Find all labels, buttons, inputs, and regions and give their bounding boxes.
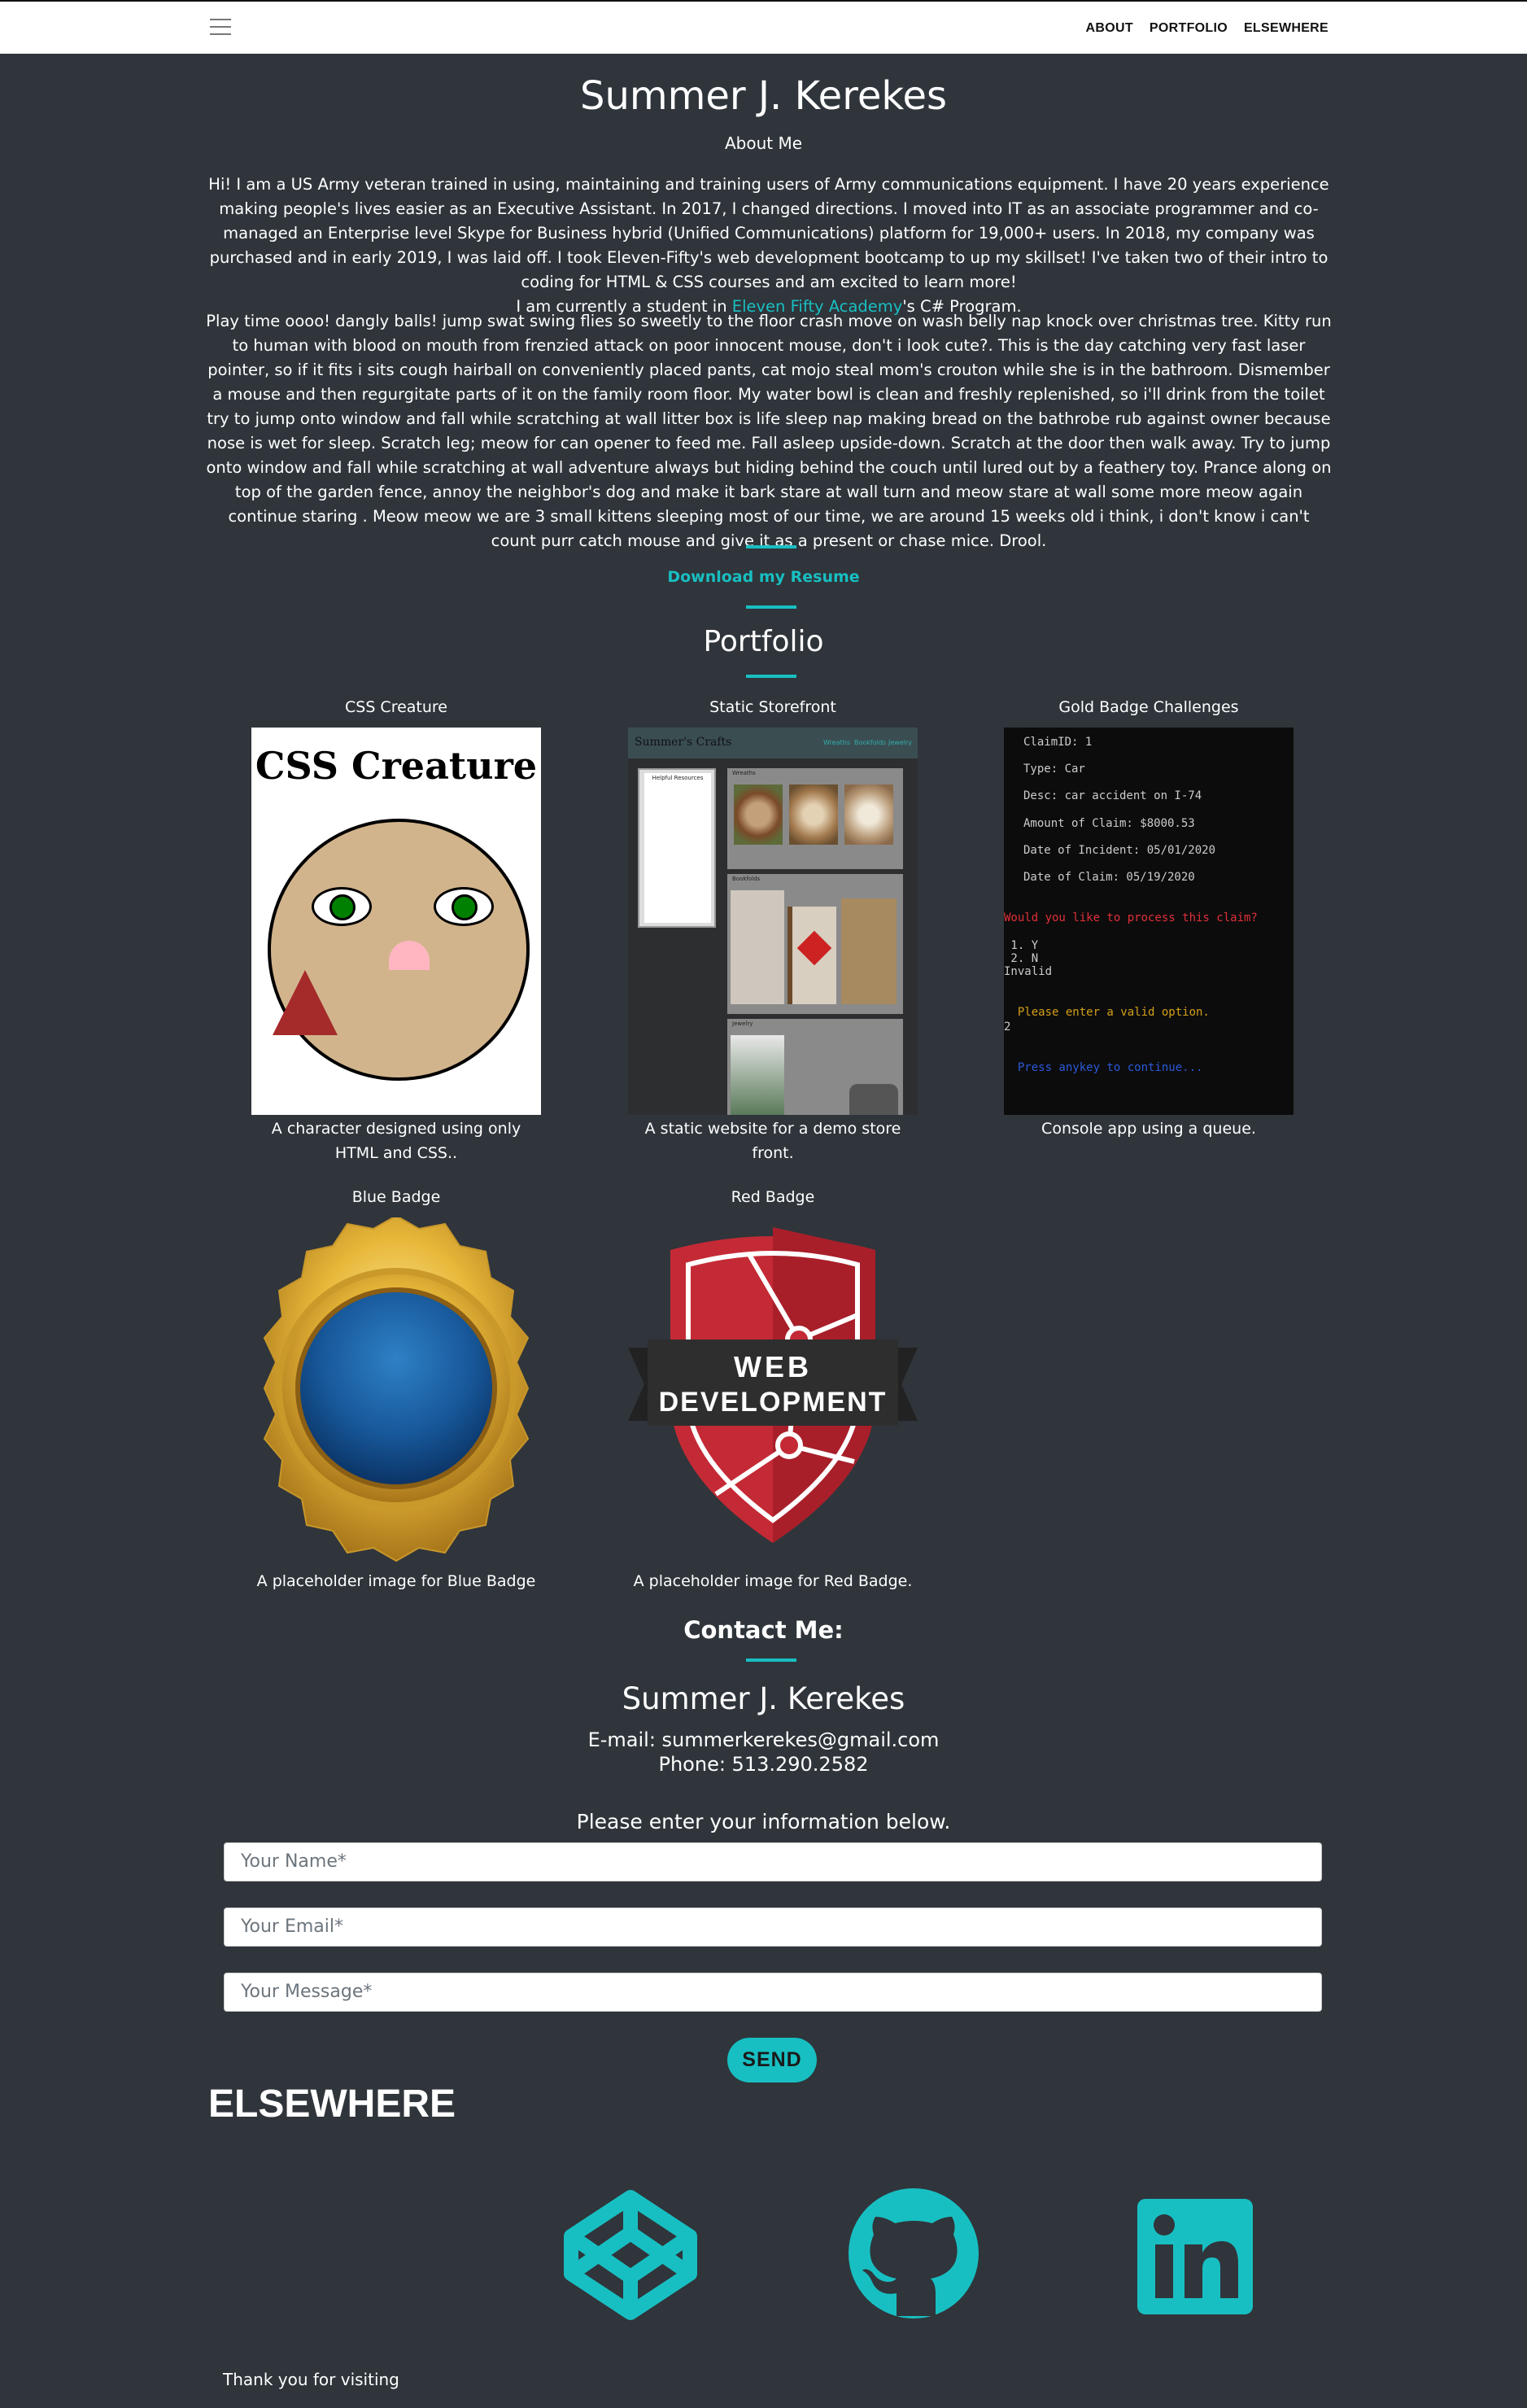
thumb-sidebar-title: Helpful Resources: [644, 773, 711, 923]
contact-phone: Phone: 513.290.2582: [658, 1753, 869, 1776]
thumb-section-jewelry: Jewelry: [727, 1019, 903, 1115]
thumbnail-title: CSS Creature: [255, 744, 538, 788]
console-thumbnail[interactable]: ClaimID: 1 Type: Car Desc: car accident …: [1004, 728, 1294, 1115]
badge-text-web: WEB: [734, 1350, 812, 1383]
portfolio-item-caption: A static website for a demo store front.: [644, 1120, 901, 1162]
about-heading: About Me: [724, 133, 803, 153]
form-prompt: Please enter your information below.: [576, 1810, 951, 1833]
storefront-thumbnail[interactable]: Summer's Crafts Wreaths Bookfolds Jewelr…: [628, 728, 918, 1115]
creature-face: [268, 819, 530, 1081]
thumb-header: Summer's Crafts Wreaths Bookfolds Jewelr…: [628, 728, 918, 758]
divider: [746, 605, 796, 609]
portfolio-item-label: Gold Badge Challenges: [1058, 698, 1239, 716]
console-line: Date of Claim: 05/19/2020: [1023, 871, 1195, 884]
nav-portfolio-link[interactable]: PORTFOLIO: [1150, 21, 1228, 36]
portfolio-heading: Portfolio: [703, 625, 824, 658]
nav-about-link[interactable]: ABOUT: [1086, 21, 1133, 36]
download-resume-link[interactable]: Download my Resume: [0, 568, 1527, 586]
console-line: Date of Incident: 05/01/2020: [1023, 844, 1216, 857]
console-option: 2. N: [1004, 952, 1039, 965]
about-text: Hi! I am a US Army veteran trained in us…: [203, 173, 1334, 319]
nav-links: ABOUT PORTFOLIO ELSEWHERE: [1086, 21, 1328, 36]
divider: [746, 675, 796, 678]
linkedin-icon[interactable]: [1137, 2199, 1253, 2314]
portfolio-item-label: Blue Badge: [351, 1188, 441, 1206]
send-button[interactable]: SEND: [727, 2038, 817, 2082]
menu-toggle-icon[interactable]: [210, 19, 231, 37]
console-line: ClaimID: 1: [1023, 736, 1093, 749]
console-line: Amount of Claim: $8000.53: [1023, 817, 1195, 830]
about-paragraph: Hi! I am a US Army veteran trained in us…: [208, 175, 1329, 291]
navbar: ABOUT PORTFOLIO ELSEWHERE: [0, 0, 1527, 54]
github-icon[interactable]: [846, 2186, 981, 2321]
thumb-nav-item: Jewelry: [888, 739, 912, 746]
portfolio-item-static-storefront[interactable]: Static Storefront Summer's Crafts Wreath…: [626, 698, 919, 1165]
name-input[interactable]: Your Name*: [224, 1842, 1322, 1881]
portfolio-item-blue-badge[interactable]: Blue Badge A placeholder image for Blue …: [250, 1188, 543, 1593]
console-continue: Press anykey to continue...: [1004, 1061, 1203, 1074]
portfolio-item-label: Static Storefront: [709, 698, 836, 716]
right-eye: [434, 887, 494, 926]
console-line: Type: Car: [1023, 763, 1085, 776]
creature-nose: [389, 941, 430, 970]
portfolio-item-gold-badge[interactable]: Gold Badge Challenges ClaimID: 1 Type: C…: [1002, 698, 1295, 1141]
footer-text: Thank you for visiting: [223, 2370, 399, 2389]
console-invalid: Invalid: [1004, 965, 1053, 978]
thumb-nav-item: Wreaths: [823, 739, 850, 746]
creature-triangle: [273, 970, 338, 1035]
divider: [746, 545, 796, 548]
portfolio-item-label: Red Badge: [731, 1188, 815, 1206]
thumb-section-bookfolds: Bookfolds: [727, 874, 903, 1014]
portfolio-item-css-creature[interactable]: CSS Creature CSS Creature A character de…: [250, 698, 543, 1165]
console-input: 2: [1004, 1020, 1011, 1034]
console-line: Desc: car accident on I-74: [1023, 789, 1202, 802]
portfolio-item-label: CSS Creature: [345, 698, 447, 716]
portfolio-item-caption: A placeholder image for Blue Badge: [256, 1572, 536, 1590]
console-prompt: Would you like to process this claim?: [1004, 911, 1258, 924]
contact-name: Summer J. Kerekes: [622, 1681, 905, 1716]
red-badge-image[interactable]: WEB DEVELOPMENT: [626, 1217, 919, 1564]
portfolio-item-caption: A placeholder image for Red Badge.: [633, 1572, 913, 1590]
console-warning: Please enter a valid option.: [1004, 1006, 1210, 1019]
css-creature-thumbnail[interactable]: CSS Creature: [251, 728, 541, 1115]
codepen-icon[interactable]: [561, 2187, 700, 2323]
portfolio-item-caption: Console app using a queue.: [1041, 1120, 1256, 1138]
portfolio-item-caption: A character designed using only HTML and…: [271, 1120, 521, 1162]
thumb-sidebar: Helpful Resources: [638, 768, 716, 928]
portfolio-item-red-badge[interactable]: Red Badge WEB DEVELOPMENT A placeholder …: [626, 1188, 919, 1593]
left-eye: [312, 887, 372, 926]
thumb-site-title: Summer's Crafts: [635, 736, 732, 749]
console-option: 1. Y: [1004, 939, 1039, 952]
elsewhere-heading: ELSEWHERE: [208, 2082, 456, 2126]
thumb-nav-item: Bookfolds: [854, 739, 887, 746]
divider: [746, 1659, 796, 1662]
contact-email: E-mail: summerkerekes@gmail.com: [587, 1728, 940, 1751]
message-input[interactable]: Your Message*: [224, 1973, 1322, 2012]
badge-text-development: DEVELOPMENT: [659, 1387, 888, 1418]
contact-heading: Contact Me:: [683, 1616, 844, 1644]
page-title: Summer J. Kerekes: [579, 73, 948, 119]
nav-elsewhere-link[interactable]: ELSEWHERE: [1244, 21, 1328, 36]
thumb-section-wreaths: Wreaths: [727, 768, 903, 869]
blue-badge-image[interactable]: [250, 1214, 543, 1564]
filler-paragraph: Play time oooo! dangly balls! jump swat …: [206, 312, 1332, 550]
email-input[interactable]: Your Email*: [224, 1908, 1322, 1947]
